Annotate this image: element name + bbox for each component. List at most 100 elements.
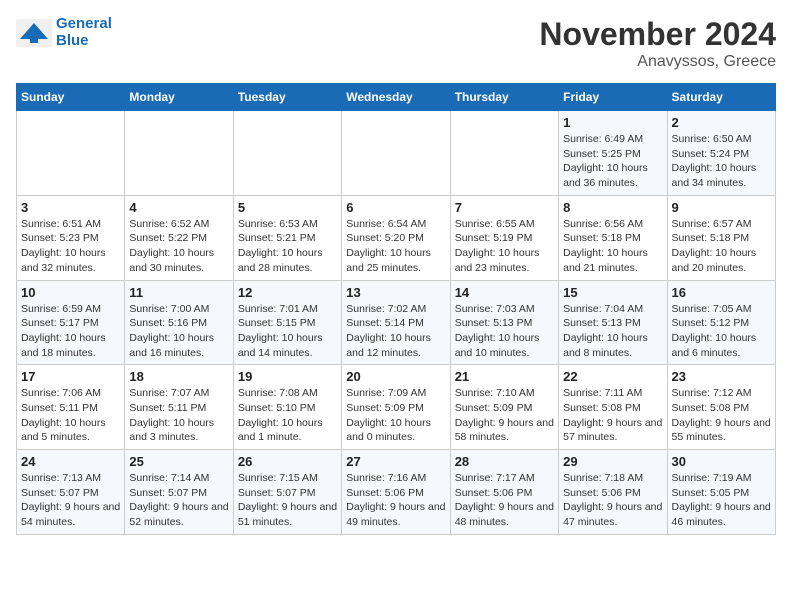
day-number: 12 [238,285,337,300]
day-info: Sunrise: 7:10 AMSunset: 5:09 PMDaylight:… [455,386,554,445]
day-number: 3 [21,200,120,215]
calendar-cell: 1Sunrise: 6:49 AMSunset: 5:25 PMDaylight… [559,111,667,196]
calendar-cell: 24Sunrise: 7:13 AMSunset: 5:07 PMDayligh… [17,450,125,535]
day-number: 4 [129,200,228,215]
calendar-cell [233,111,341,196]
calendar-day-header: Saturday [667,84,775,111]
calendar-cell: 12 Sunrise: 7:01 AMSunset: 5:15 PMDayligh… [233,280,341,365]
day-number: 30 [672,454,771,469]
calendar-cell: 22 Sunrise: 7:11 AMSunset: 5:08 PMDayligh… [559,365,667,450]
day-info: Sunrise: 6:56 AMSunset: 5:18 PMDaylight:… [563,217,662,276]
day-info: Sunrise: 7:18 AMSunset: 5:06 PMDaylight:… [563,471,662,530]
day-number: 1 [563,115,662,130]
calendar-day-header: Sunday [17,84,125,111]
calendar-cell: 20 Sunrise: 7:09 AMSunset: 5:09 PMDayligh… [342,365,450,450]
day-number: 23 [672,369,771,384]
day-info: Sunrise: 6:55 AMSunset: 5:19 PMDaylight:… [455,217,554,276]
calendar-cell: 18 Sunrise: 7:07 AMSunset: 5:11 PMDayligh… [125,365,233,450]
calendar-week-row: 1Sunrise: 6:49 AMSunset: 5:25 PMDaylight… [17,111,776,196]
calendar-day-header: Monday [125,84,233,111]
calendar-cell: 23 Sunrise: 7:12 AMSunset: 5:08 PMDayligh… [667,365,775,450]
day-info: Sunrise: 7:08 AMSunset: 5:10 PMDaylight:… [238,386,337,445]
day-number: 25 [129,454,228,469]
calendar-cell: 15 Sunrise: 7:04 AMSunset: 5:13 PMDayligh… [559,280,667,365]
day-number: 22 [563,369,662,384]
calendar-cell: 26 Sunrise: 7:15 AMSunset: 5:07 PMDayligh… [233,450,341,535]
calendar-cell: 4 Sunrise: 6:52 AMSunset: 5:22 PMDaylight… [125,195,233,280]
location-title: Anavyssos, Greece [539,53,776,71]
day-number: 7 [455,200,554,215]
calendar-day-header: Wednesday [342,84,450,111]
calendar-week-row: 24Sunrise: 7:13 AMSunset: 5:07 PMDayligh… [17,450,776,535]
day-info: Sunrise: 7:07 AMSunset: 5:11 PMDaylight:… [129,386,228,445]
day-info: Sunrise: 7:05 AMSunset: 5:12 PMDaylight:… [672,302,771,361]
calendar-cell: 11 Sunrise: 7:00 AMSunset: 5:16 PMDayligh… [125,280,233,365]
calendar-cell: 5Sunrise: 6:53 AMSunset: 5:21 PMDaylight… [233,195,341,280]
day-info: Sunrise: 6:59 AMSunset: 5:17 PMDaylight:… [21,302,120,361]
day-number: 20 [346,369,445,384]
calendar-header-row: SundayMondayTuesdayWednesdayThursdayFrid… [17,84,776,111]
calendar-cell: 10 Sunrise: 6:59 AMSunset: 5:17 PMDayligh… [17,280,125,365]
calendar-cell: 19 Sunrise: 7:08 AMSunset: 5:10 PMDayligh… [233,365,341,450]
day-info: Sunrise: 7:17 AMSunset: 5:06 PMDaylight:… [455,471,554,530]
header: General Blue November 2024 Anavyssos, Gr… [16,16,776,71]
day-number: 19 [238,369,337,384]
day-number: 21 [455,369,554,384]
calendar-day-header: Friday [559,84,667,111]
day-info: Sunrise: 7:09 AMSunset: 5:09 PMDaylight:… [346,386,445,445]
calendar-cell: 28 Sunrise: 7:17 AMSunset: 5:06 PMDayligh… [450,450,558,535]
day-number: 18 [129,369,228,384]
calendar-week-row: 10 Sunrise: 6:59 AMSunset: 5:17 PMDayligh… [17,280,776,365]
day-info: Sunrise: 7:19 AMSunset: 5:05 PMDaylight:… [672,471,771,530]
day-info: Sunrise: 7:16 AMSunset: 5:06 PMDaylight:… [346,471,445,530]
calendar-cell: 13Sunrise: 7:02 AMSunset: 5:14 PMDayligh… [342,280,450,365]
calendar-cell [342,111,450,196]
day-info: Sunrise: 7:03 AMSunset: 5:13 PMDaylight:… [455,302,554,361]
title-area: November 2024 Anavyssos, Greece [539,16,776,71]
day-info: Sunrise: 7:02 AMSunset: 5:14 PMDaylight:… [346,302,445,361]
day-info: Sunrise: 7:06 AMSunset: 5:11 PMDaylight:… [21,386,120,445]
day-info: Sunrise: 7:15 AMSunset: 5:07 PMDaylight:… [238,471,337,530]
day-info: Sunrise: 6:53 AMSunset: 5:21 PMDaylight:… [238,217,337,276]
calendar-table: SundayMondayTuesdayWednesdayThursdayFrid… [16,83,776,535]
day-number: 15 [563,285,662,300]
day-number: 2 [672,115,771,130]
calendar-cell: 9 Sunrise: 6:57 AMSunset: 5:18 PMDaylight… [667,195,775,280]
day-number: 11 [129,285,228,300]
day-info: Sunrise: 7:01 AMSunset: 5:15 PMDaylight:… [238,302,337,361]
logo-blue: Blue [56,33,112,50]
day-info: Sunrise: 7:04 AMSunset: 5:13 PMDaylight:… [563,302,662,361]
day-info: Sunrise: 7:00 AMSunset: 5:16 PMDaylight:… [129,302,228,361]
calendar-cell: 27Sunrise: 7:16 AMSunset: 5:06 PMDayligh… [342,450,450,535]
day-number: 26 [238,454,337,469]
calendar-cell: 8 Sunrise: 6:56 AMSunset: 5:18 PMDaylight… [559,195,667,280]
day-info: Sunrise: 6:52 AMSunset: 5:22 PMDaylight:… [129,217,228,276]
logo-icon [16,19,52,47]
day-number: 17 [21,369,120,384]
day-number: 10 [21,285,120,300]
calendar-cell: 6 Sunrise: 6:54 AMSunset: 5:20 PMDaylight… [342,195,450,280]
day-number: 24 [21,454,120,469]
day-info: Sunrise: 6:57 AMSunset: 5:18 PMDaylight:… [672,217,771,276]
calendar-cell [17,111,125,196]
calendar-cell: 29 Sunrise: 7:18 AMSunset: 5:06 PMDayligh… [559,450,667,535]
logo-general: General [56,15,112,32]
logo-text-block: General Blue [56,16,112,49]
day-number: 28 [455,454,554,469]
calendar-cell: 3Sunrise: 6:51 AMSunset: 5:23 PMDaylight… [17,195,125,280]
calendar-cell [450,111,558,196]
day-info: Sunrise: 6:50 AMSunset: 5:24 PMDaylight:… [672,132,771,191]
month-title: November 2024 [539,16,776,53]
calendar-cell: 14 Sunrise: 7:03 AMSunset: 5:13 PMDayligh… [450,280,558,365]
day-number: 29 [563,454,662,469]
day-number: 14 [455,285,554,300]
day-number: 9 [672,200,771,215]
day-info: Sunrise: 7:12 AMSunset: 5:08 PMDaylight:… [672,386,771,445]
calendar-cell: 7 Sunrise: 6:55 AMSunset: 5:19 PMDaylight… [450,195,558,280]
day-number: 6 [346,200,445,215]
day-info: Sunrise: 7:11 AMSunset: 5:08 PMDaylight:… [563,386,662,445]
logo: General Blue [16,16,112,49]
calendar-cell: 17 Sunrise: 7:06 AMSunset: 5:11 PMDayligh… [17,365,125,450]
day-info: Sunrise: 6:54 AMSunset: 5:20 PMDaylight:… [346,217,445,276]
day-number: 8 [563,200,662,215]
